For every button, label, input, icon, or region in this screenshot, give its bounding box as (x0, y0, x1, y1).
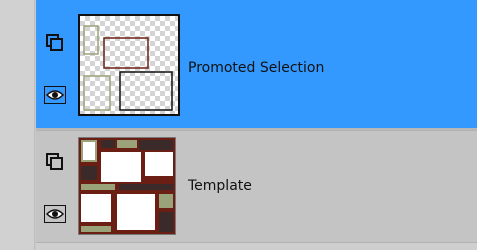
eye-icon[interactable] (44, 84, 66, 106)
layer-group-icon[interactable] (44, 32, 66, 54)
layer-row-template[interactable]: Template (36, 130, 477, 243)
layer-thumbnail-template (78, 137, 176, 235)
panel-left-strip (0, 0, 35, 250)
layer-name-label: Template (188, 178, 252, 194)
layers-panel: Promoted Selection Template (0, 0, 477, 250)
layer-name-label: Promoted Selection (188, 60, 325, 76)
thumbnail-content (83, 25, 173, 111)
layer-thumbnail-promoted-selection (78, 14, 180, 116)
layer-row-promoted-selection[interactable]: Promoted Selection (36, 0, 477, 128)
thumbnail-content (79, 138, 175, 234)
panel-bottom-band (36, 242, 477, 250)
eye-icon[interactable] (44, 203, 66, 225)
layer-group-icon[interactable] (44, 151, 66, 173)
